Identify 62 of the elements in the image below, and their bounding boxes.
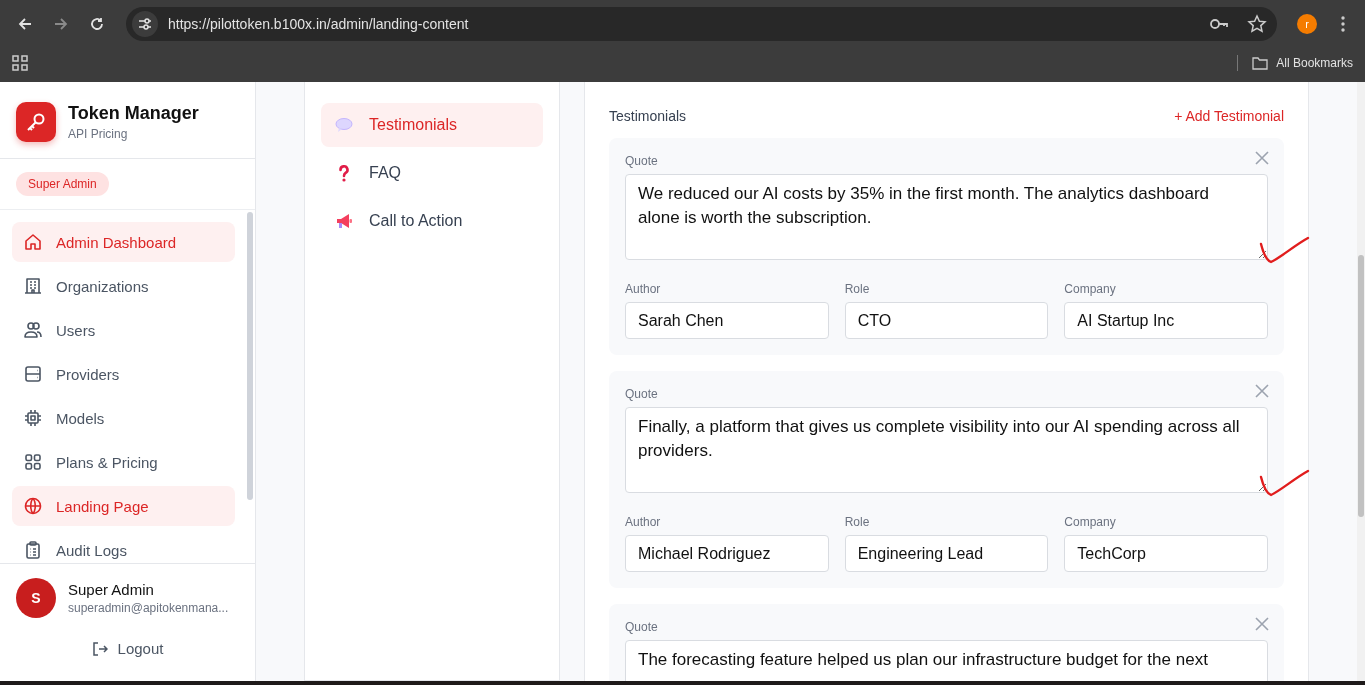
chip-icon <box>24 409 42 427</box>
add-testimonial-link[interactable]: + Add Testimonial <box>1174 108 1284 124</box>
section-nav-item[interactable]: FAQ <box>321 151 543 195</box>
megaphone-icon <box>335 212 353 230</box>
speech-bubble-icon <box>335 116 353 134</box>
back-arrow-icon <box>17 16 33 32</box>
field-label: Author <box>625 282 661 296</box>
role-badge: Super Admin <box>16 172 109 196</box>
logout-button[interactable]: Logout <box>91 640 164 657</box>
field-label: Author <box>625 515 661 529</box>
field-label: Quote <box>625 620 658 634</box>
globe-icon <box>24 497 42 515</box>
company-input[interactable]: TechCorp <box>1064 535 1268 572</box>
app-subtitle: API Pricing <box>68 127 129 141</box>
url-text: https://pilottoken.b100x.in/admin/landing-content <box>168 16 470 32</box>
user-name: Super Admin <box>68 581 155 598</box>
site-settings-icon[interactable] <box>132 11 158 37</box>
field-label: Role <box>844 282 870 296</box>
scrollbar-thumb[interactable] <box>1358 255 1364 517</box>
sidebar-item[interactable]: Plans & Pricing <box>12 442 235 482</box>
forward-arrow-icon <box>53 16 69 32</box>
author-input[interactable]: Michael Rodriguez <box>625 535 829 572</box>
reload-icon <box>89 16 105 32</box>
user-email: superadmin@apitokenmana... <box>68 601 229 615</box>
building-icon <box>24 277 42 295</box>
grid-icon <box>24 453 42 471</box>
field-label: Role <box>844 515 870 529</box>
quote-textarea[interactable]: The forecasting feature helped us plan our infrastructure budget for the next <box>625 640 1268 681</box>
apps-icon[interactable] <box>12 55 28 71</box>
field-label: Company <box>1064 282 1116 296</box>
role-input[interactable]: Engineering Lead <box>844 535 1049 572</box>
users-icon <box>24 321 42 339</box>
house-icon <box>24 233 42 251</box>
app-title: Token Manager <box>68 103 199 124</box>
section-title: Testimonials <box>609 108 687 124</box>
section-nav-item[interactable]: Testimonials <box>321 103 543 147</box>
section-nav-item[interactable]: Call to Action <box>321 199 543 243</box>
all-bookmarks-button[interactable]: All Bookmarks <box>1252 56 1353 70</box>
folder-icon <box>1252 56 1269 70</box>
sidebar-item[interactable]: Organizations <box>12 266 235 306</box>
address-bar[interactable]: https://pilottoken.b100x.in/admin/landing-content <box>126 7 1277 41</box>
field-label: Quote <box>625 154 658 168</box>
sidebar-item[interactable]: Providers <box>12 354 235 394</box>
quote-textarea[interactable]: We reduced our AI costs by 35% in the first month. The analytics dashboard alone is worth the subscription. <box>625 174 1268 260</box>
company-input[interactable]: AI Startup Inc <box>1064 302 1268 339</box>
server-icon <box>24 365 42 383</box>
field-label: Company <box>1064 515 1116 529</box>
quote-textarea[interactable]: Finally, a platform that gives us complete visibility into our AI spending across all providers. <box>625 407 1268 493</box>
sidebar-item[interactable]: Admin Dashboard <box>12 222 235 262</box>
author-input[interactable]: Sarah Chen <box>625 302 829 339</box>
sidebar-item[interactable]: Audit Logs <box>12 530 235 563</box>
scrollbar-thumb[interactable] <box>247 212 253 500</box>
sidebar-item[interactable]: Models <box>12 398 235 438</box>
logout-icon <box>91 640 108 657</box>
star-icon[interactable] <box>1247 14 1267 34</box>
clipboard-icon <box>24 541 42 559</box>
key-logo-icon <box>16 102 56 142</box>
user-avatar: S <box>16 578 56 618</box>
sidebar-item[interactable]: Landing Page <box>12 486 235 526</box>
role-input[interactable]: CTO <box>844 302 1049 339</box>
field-label: Quote <box>625 387 658 401</box>
sidebar-item[interactable]: Users <box>12 310 235 350</box>
